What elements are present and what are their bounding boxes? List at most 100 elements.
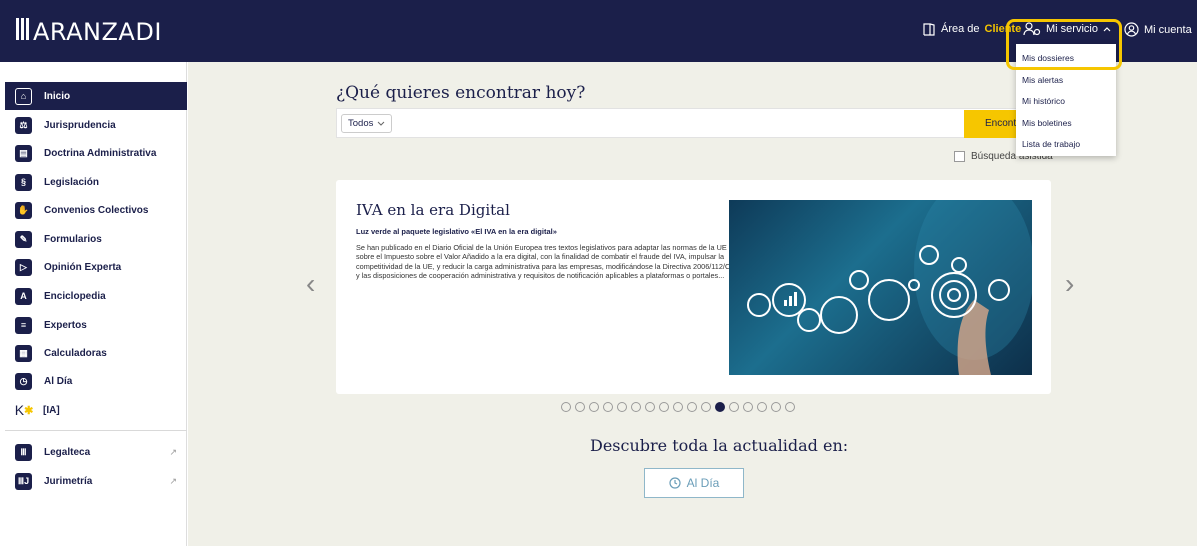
carousel-dot[interactable] <box>701 402 711 412</box>
carousel-dot[interactable] <box>645 402 655 412</box>
carousel-dot[interactable] <box>687 402 697 412</box>
digital-gears-illustration <box>747 200 1032 375</box>
sidebar-item-label: Convenios Colectivos <box>44 204 149 216</box>
category-select[interactable]: Todos <box>341 114 393 133</box>
carousel-dot[interactable] <box>589 402 599 412</box>
sidebar-item-label: Formularios <box>44 233 102 245</box>
list-icon: ≡ <box>15 316 32 334</box>
chevron-up-icon <box>1103 27 1111 32</box>
sidebar-item-jurimetria[interactable]: ⅢJ Jurimetría ↗ <box>5 467 187 495</box>
external-link-icon: ↗ <box>169 446 177 457</box>
aranzadi-logo[interactable]: ARANZADI <box>16 18 162 46</box>
account-circle-icon <box>1124 22 1139 37</box>
sidebar-item-inicio[interactable]: ⌂ Inicio <box>5 82 187 110</box>
al-dia-button[interactable]: Al Día <box>644 468 744 498</box>
dropdown-item-mi-historico[interactable]: Mi histórico <box>1016 91 1116 113</box>
handshake-icon: ✋ <box>15 201 32 219</box>
carousel-dot[interactable] <box>743 402 753 412</box>
expert-icon: ▷ <box>15 258 32 276</box>
news-subtitle: Luz verde al paquete legislativo «El IVA… <box>356 227 557 236</box>
sidebar-item-opinion-experta[interactable]: ▷ Opinión Experta <box>5 253 187 281</box>
clock-icon <box>669 477 681 489</box>
carousel-dot[interactable] <box>757 402 767 412</box>
sidebar-item-label: Opinión Experta <box>44 261 122 273</box>
sidebar-item-calculadoras[interactable]: ▦ Calculadoras <box>5 339 187 367</box>
jurimetria-icon: ⅢJ <box>15 472 32 490</box>
carousel-dot[interactable] <box>617 402 627 412</box>
sidebar-item-label: Doctrina Administrativa <box>44 147 157 159</box>
chevron-down-icon <box>378 121 385 126</box>
mi-servicio-menu[interactable]: Mi servicio <box>1023 22 1111 36</box>
sidebar-item-doctrina-administrativa[interactable]: ▤ Doctrina Administrativa <box>5 139 187 167</box>
search-bar[interactable]: Todos <box>336 108 1051 138</box>
sidebar-item-expertos[interactable]: ≡ Expertos <box>5 311 187 339</box>
assisted-search-checkbox[interactable] <box>954 151 965 162</box>
carousel-dot[interactable] <box>631 402 641 412</box>
category-select-value: Todos <box>348 118 374 129</box>
news-title[interactable]: IVA en la era Digital <box>356 201 510 219</box>
carousel-dot[interactable] <box>785 402 795 412</box>
mi-servicio-dropdown: Mis dossieres Mis alertas Mi histórico M… <box>1016 44 1116 156</box>
mi-cuenta-label: Mi cuenta <box>1144 23 1192 36</box>
sidebar-item-formularios[interactable]: ✎ Formularios <box>5 225 187 253</box>
sidebar: ⌂ Inicio ⚖ Jurisprudencia ▤ Doctrina Adm… <box>0 62 187 546</box>
area-cliente-accent: Cliente <box>984 23 1022 35</box>
home-icon: ⌂ <box>15 87 32 105</box>
sidebar-item-legislacion[interactable]: § Legislación <box>5 168 187 196</box>
external-link-icon: ↗ <box>169 475 177 486</box>
book-icon: A <box>15 287 32 305</box>
sidebar-item-label: Al Día <box>44 375 73 387</box>
sidebar-item-label: [IA] <box>43 404 60 416</box>
door-icon <box>923 23 935 36</box>
carousel-dot[interactable] <box>729 402 739 412</box>
sidebar-item-jurisprudencia[interactable]: ⚖ Jurisprudencia <box>5 111 187 139</box>
form-icon: ✎ <box>15 230 32 248</box>
carousel-dot[interactable] <box>673 402 683 412</box>
sidebar-item-label: Expertos <box>44 319 87 331</box>
al-dia-label: Al Día <box>686 476 720 490</box>
dropdown-item-mis-dossieres[interactable]: Mis dossieres <box>1016 48 1116 70</box>
find-button[interactable]: Encontrar <box>964 110 1024 138</box>
discover-heading: Descubre toda la actualidad en: <box>590 436 849 455</box>
carousel-dot[interactable] <box>715 402 725 412</box>
carousel-prev-button[interactable]: ‹ <box>306 268 315 300</box>
carousel-dot[interactable] <box>561 402 571 412</box>
dropdown-item-mis-boletines[interactable]: Mis boletines <box>1016 113 1116 135</box>
legalteca-icon: Ⅲ <box>15 443 32 461</box>
carousel-pagination <box>561 402 795 412</box>
dropdown-item-lista-de-trabajo[interactable]: Lista de trabajo <box>1016 134 1116 156</box>
ai-icon: K ✱ <box>14 402 34 418</box>
sidebar-item-enciclopedia[interactable]: A Enciclopedia <box>5 282 187 310</box>
calculator-icon: ▦ <box>15 344 32 362</box>
page-title: ¿Qué quieres encontrar hoy? <box>336 83 586 103</box>
carousel-dot[interactable] <box>771 402 781 412</box>
clock-icon: ◷ <box>15 372 32 390</box>
carousel-dot[interactable] <box>575 402 585 412</box>
news-image <box>729 200 1032 375</box>
sidebar-item-label: Inicio <box>44 90 71 102</box>
gavel-icon: ⚖ <box>15 116 32 134</box>
mi-cuenta-menu[interactable]: Mi cuenta <box>1124 22 1192 37</box>
area-cliente-prefix: Área de <box>941 23 980 35</box>
sidebar-item-al-dia[interactable]: ◷ Al Día <box>5 367 187 395</box>
sidebar-item-label: Enciclopedia <box>44 290 106 302</box>
sidebar-item-legalteca[interactable]: Ⅲ Legalteca ↗ <box>5 438 187 466</box>
news-body: Se han publicado en el Diario Oficial de… <box>356 243 736 280</box>
carousel-next-button[interactable]: › <box>1065 268 1074 300</box>
sidebar-item-convenios-colectivos[interactable]: ✋ Convenios Colectivos <box>5 196 187 224</box>
user-gear-icon <box>1023 22 1041 36</box>
scales-icon: § <box>15 173 32 191</box>
sidebar-item-label: Legalteca <box>44 446 91 458</box>
mi-servicio-label: Mi servicio <box>1046 23 1098 35</box>
logo-bars-icon <box>16 18 31 46</box>
sidebar-item-label: Jurimetría <box>44 475 93 487</box>
dropdown-item-mis-alertas[interactable]: Mis alertas <box>1016 70 1116 92</box>
carousel-dot[interactable] <box>603 402 613 412</box>
sidebar-item-label: Legislación <box>44 176 100 188</box>
sidebar-divider <box>5 430 187 431</box>
sidebar-item-label: Calculadoras <box>44 347 107 359</box>
area-cliente-link[interactable]: Área de Cliente <box>922 22 1021 36</box>
news-card[interactable]: IVA en la era Digital Luz verde al paque… <box>336 180 1051 394</box>
sidebar-item-ia[interactable]: K ✱ [IA] <box>5 396 187 424</box>
carousel-dot[interactable] <box>659 402 669 412</box>
